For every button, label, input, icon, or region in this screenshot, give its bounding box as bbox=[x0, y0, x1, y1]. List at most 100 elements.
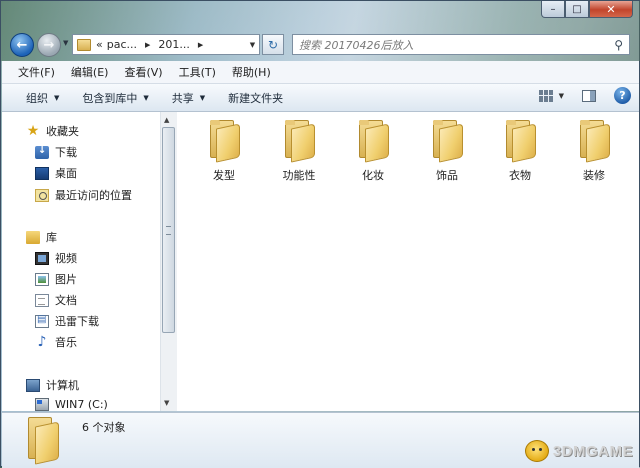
chevron-right-icon[interactable]: ▶ bbox=[198, 41, 203, 49]
nav-item-label: 最近访问的位置 bbox=[55, 189, 132, 202]
nav-item-label: 桌面 bbox=[55, 167, 77, 180]
address-bar[interactable]: « pac... ▶ 201... ▶ bbox=[72, 34, 260, 55]
maximize-button[interactable]: □ bbox=[565, 1, 589, 18]
include-in-library-label: 包含到库中 bbox=[82, 91, 138, 105]
nav-favorites-label: 收藏夹 bbox=[46, 125, 79, 138]
nav-item-label: 图片 bbox=[55, 273, 77, 286]
share-label: 共享 bbox=[171, 91, 194, 105]
folder-item[interactable]: 饰品 bbox=[417, 118, 477, 188]
nav-computer[interactable]: 计算机 bbox=[26, 377, 79, 393]
chevron-down-icon: ▼ bbox=[199, 93, 206, 102]
nav-item-music[interactable]: ♪ 音乐 bbox=[35, 334, 77, 350]
nav-item-documents[interactable]: 文档 bbox=[35, 292, 77, 308]
navigation-pane: ★ 收藏夹 下载 桌面 最近访问的位置 库 视频 图片 文档 迅雷下载 ♪ 音乐 bbox=[2, 112, 176, 411]
watermark-text: 3DMGAME bbox=[552, 442, 633, 460]
folder-icon bbox=[77, 38, 91, 51]
search-input[interactable]: 搜索 20170426后放入 ⚲ bbox=[292, 34, 630, 55]
toolbar-right: ▼ ? bbox=[538, 87, 631, 104]
folder-icon bbox=[283, 120, 315, 163]
refresh-button[interactable]: ↻ bbox=[262, 34, 284, 55]
nav-item-label: 视频 bbox=[55, 252, 77, 265]
help-icon[interactable]: ? bbox=[614, 87, 631, 104]
mascot-icon bbox=[524, 440, 549, 462]
nav-item-pictures[interactable]: 图片 bbox=[35, 271, 77, 287]
folder-label: 功能性 bbox=[282, 169, 316, 182]
nav-scrollbar[interactable]: ▲ ▼ bbox=[160, 112, 177, 411]
download-icon bbox=[35, 145, 49, 159]
forward-button[interactable]: → bbox=[37, 33, 61, 57]
nav-item-drive-c[interactable]: WIN7 (C:) bbox=[35, 398, 108, 411]
thunder-download-icon bbox=[35, 314, 49, 328]
item-count: 6 个对象 bbox=[82, 421, 126, 434]
menu-tools[interactable]: 工具(T) bbox=[171, 64, 224, 80]
share-button[interactable]: 共享 ▼ bbox=[172, 90, 205, 106]
folder-label: 衣物 bbox=[509, 169, 531, 182]
recent-pages-dropdown[interactable]: ▼ bbox=[63, 39, 68, 47]
chevron-down-icon: ▼ bbox=[54, 93, 60, 102]
desktop-icon bbox=[35, 166, 49, 180]
watermark: 3DMGAME bbox=[524, 440, 633, 462]
new-folder-label: 新建文件夹 bbox=[228, 91, 284, 105]
folder-item[interactable]: 功能性 bbox=[269, 118, 329, 188]
document-icon bbox=[35, 293, 49, 307]
address-segment-2[interactable]: 201... bbox=[158, 38, 190, 51]
chevron-down-icon: ▼ bbox=[143, 93, 149, 102]
close-button[interactable]: ✕ bbox=[589, 1, 633, 18]
folder-icon bbox=[578, 120, 610, 163]
chevron-down-icon[interactable]: ▼ bbox=[559, 92, 564, 100]
include-in-library-button[interactable]: 包含到库中 ▼ bbox=[82, 90, 148, 106]
nav-item-videos[interactable]: 视频 bbox=[35, 250, 77, 266]
nav-item-label: 文档 bbox=[55, 294, 77, 307]
folder-icon bbox=[504, 120, 536, 163]
explorer-window: – □ ✕ ← → ▼ « pac... ▶ 201... ▶ ▼ ↻ 搜索 2… bbox=[0, 0, 640, 468]
file-list: 发型 功能性 化妆 饰品 衣物 装修 bbox=[177, 112, 639, 411]
recent-places-icon bbox=[35, 188, 49, 202]
nav-favorites[interactable]: ★ 收藏夹 bbox=[26, 123, 79, 139]
menu-file[interactable]: 文件(F) bbox=[2, 64, 63, 80]
arrow-right-icon: → bbox=[43, 37, 55, 53]
folder-item[interactable]: 装修 bbox=[564, 118, 624, 188]
command-bar: 组织 ▼ 包含到库中 ▼ 共享 ▼ 新建文件夹 ▼ ? bbox=[2, 84, 639, 112]
menu-view[interactable]: 查看(V) bbox=[116, 64, 170, 80]
folder-item[interactable]: 发型 bbox=[194, 118, 254, 188]
back-button[interactable]: ← bbox=[10, 33, 34, 57]
nav-libraries[interactable]: 库 bbox=[26, 229, 57, 245]
minimize-button[interactable]: – bbox=[541, 1, 565, 18]
folder-item[interactable]: 衣物 bbox=[490, 118, 550, 188]
nav-item-thunder-downloads[interactable]: 迅雷下载 bbox=[35, 313, 99, 329]
nav-item-recent[interactable]: 最近访问的位置 bbox=[35, 187, 132, 203]
nav-libraries-label: 库 bbox=[46, 231, 57, 244]
address-dropdown[interactable]: ▼ bbox=[246, 35, 259, 54]
menu-edit[interactable]: 编辑(E) bbox=[63, 64, 117, 80]
scroll-thumb[interactable] bbox=[162, 127, 175, 333]
chevron-right-icon[interactable]: ▶ bbox=[145, 41, 150, 49]
star-icon: ★ bbox=[26, 122, 40, 139]
computer-icon bbox=[26, 378, 40, 392]
folder-label: 发型 bbox=[213, 169, 235, 182]
menu-help[interactable]: 帮助(H) bbox=[224, 64, 279, 80]
organize-label: 组织 bbox=[26, 91, 48, 105]
view-options-icon[interactable] bbox=[538, 89, 553, 102]
details-pane: 6 个对象 3DMGAME bbox=[2, 412, 639, 468]
caption-buttons: – □ ✕ bbox=[541, 1, 633, 20]
address-overflow[interactable]: « bbox=[96, 38, 103, 51]
scroll-down-icon[interactable]: ▼ bbox=[164, 399, 169, 407]
nav-computer-label: 计算机 bbox=[46, 379, 79, 392]
chevron-down-icon: ▼ bbox=[249, 40, 256, 49]
nav-item-label: 下载 bbox=[55, 146, 77, 159]
nav-item-downloads[interactable]: 下载 bbox=[35, 144, 77, 160]
search-icon[interactable]: ⚲ bbox=[614, 38, 623, 52]
new-folder-button[interactable]: 新建文件夹 bbox=[228, 90, 283, 106]
nav-item-desktop[interactable]: 桌面 bbox=[35, 165, 77, 181]
music-icon: ♪ bbox=[37, 333, 47, 350]
folder-icon bbox=[26, 417, 59, 465]
search-placeholder: 搜索 20170426后放入 bbox=[299, 38, 414, 52]
nav-item-label: 音乐 bbox=[55, 336, 77, 349]
organize-button[interactable]: 组织 ▼ bbox=[26, 90, 59, 106]
scroll-up-icon[interactable]: ▲ bbox=[164, 116, 169, 124]
folder-item[interactable]: 化妆 bbox=[343, 118, 403, 188]
folder-icon bbox=[357, 120, 389, 163]
preview-pane-icon[interactable] bbox=[582, 89, 596, 102]
folder-icon bbox=[431, 120, 463, 163]
address-segment-1[interactable]: pac... bbox=[107, 38, 137, 51]
